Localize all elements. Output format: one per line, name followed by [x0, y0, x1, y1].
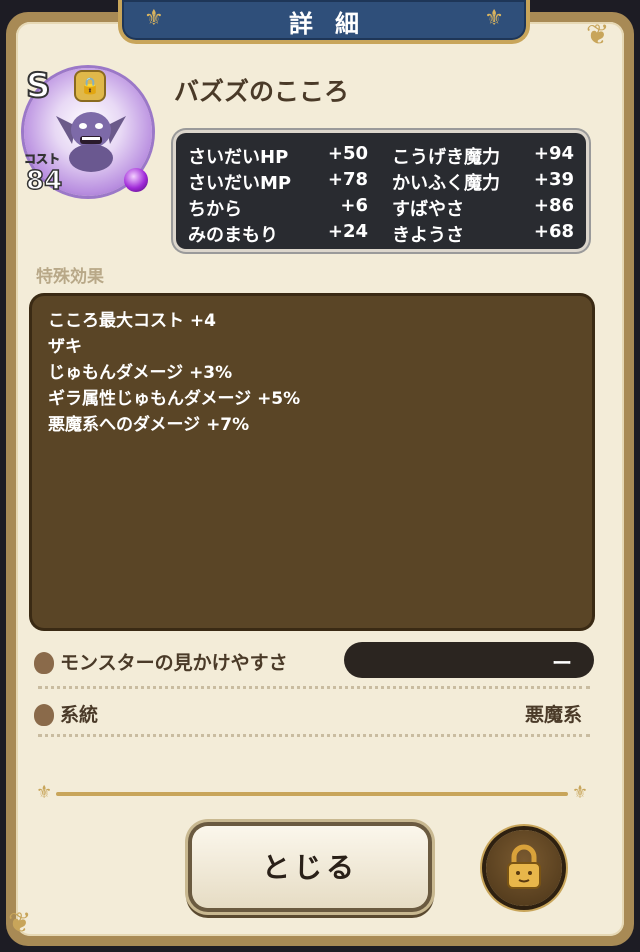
effect-item: ザキ — [48, 337, 82, 357]
close-button[interactable]: とじる — [192, 826, 428, 908]
family-label: 系統 — [60, 704, 99, 726]
divider-dotted — [38, 734, 590, 737]
close-button-label: とじる — [261, 851, 358, 884]
effect-item: じゅもんダメージ +3% — [48, 363, 233, 383]
corner-ornament-icon: ❦ — [8, 906, 32, 939]
stat-row: ちから +6 すばやさ +86 — [176, 195, 586, 221]
dialog-title: 詳細 — [289, 10, 381, 38]
title-banner: ⚜ 詳細 ⚜ — [118, 0, 530, 44]
ornamental-divider: ⚜ ⚜ — [36, 782, 588, 803]
stats-table: さいだいHP +50 こうげき魔力 +94 さいだいMP +78 かいふく魔力 … — [176, 133, 586, 249]
stat-value: +68 — [533, 221, 574, 242]
stat-name: かいふく魔力 — [392, 173, 500, 194]
stat-name: こうげき魔力 — [392, 147, 500, 168]
stat-name: さいだいHP — [188, 147, 289, 168]
visibility-label: モンスターの見かけやすさ — [60, 652, 288, 674]
lock-icon: 🔒 — [74, 70, 106, 102]
corner-ornament-icon: ❦ — [586, 18, 610, 51]
stat-row: みのまもり +24 きようさ +68 — [176, 221, 586, 247]
special-effects-label: 特殊効果 — [36, 267, 104, 287]
effect-item: こころ最大コスト +4 — [48, 311, 216, 331]
divider-line — [56, 792, 568, 796]
divider-dotted — [38, 686, 590, 689]
cost-value: 84 — [25, 165, 63, 197]
stat-row: さいだいHP +50 こうげき魔力 +94 — [176, 143, 586, 169]
stat-name: ちから — [188, 199, 242, 220]
stat-value: +6 — [340, 195, 368, 216]
family-value: 悪魔系 — [524, 704, 582, 726]
drop-icon — [34, 704, 54, 726]
visibility-bar: ー — [344, 642, 594, 678]
lock-button[interactable] — [486, 830, 562, 906]
family-row: 系統 悪魔系 — [32, 694, 592, 732]
special-effects-box[interactable]: こころ最大コスト +4 ザキ じゅもんダメージ +3% ギラ属性じゅもんダメージ… — [32, 296, 592, 628]
cost-label: コスト — [24, 152, 61, 167]
fleur-icon: ⚜ — [484, 6, 504, 31]
effect-item: ギラ属性じゅもんダメージ +5% — [48, 389, 301, 409]
stat-name: すばやさ — [392, 199, 464, 220]
stat-name: さいだいMP — [188, 173, 292, 194]
stat-value: +39 — [533, 169, 574, 190]
visibility-value: ー — [552, 651, 572, 675]
rank-badge: S — [25, 65, 51, 107]
stat-value: +24 — [327, 221, 368, 242]
stat-value: +86 — [533, 195, 574, 216]
monster-portrait — [56, 112, 126, 172]
stat-name: きようさ — [392, 225, 464, 246]
lock-icon — [507, 844, 541, 889]
stat-value: +78 — [327, 169, 368, 190]
stat-value: +50 — [327, 143, 368, 164]
visibility-row: モンスターの見かけやすさ ー — [32, 642, 594, 680]
fleur-icon: ⚜ — [571, 782, 588, 803]
stat-row: さいだいMP +78 かいふく魔力 +39 — [176, 169, 586, 195]
monster-name: バズズのこころ — [174, 77, 350, 106]
effect-item: 悪魔系へのダメージ +7% — [48, 415, 250, 435]
drop-icon — [34, 652, 54, 674]
stat-value: +94 — [533, 143, 574, 164]
stat-name: みのまもり — [188, 225, 278, 246]
fleur-icon: ⚜ — [36, 782, 53, 803]
orb-icon — [124, 168, 148, 192]
